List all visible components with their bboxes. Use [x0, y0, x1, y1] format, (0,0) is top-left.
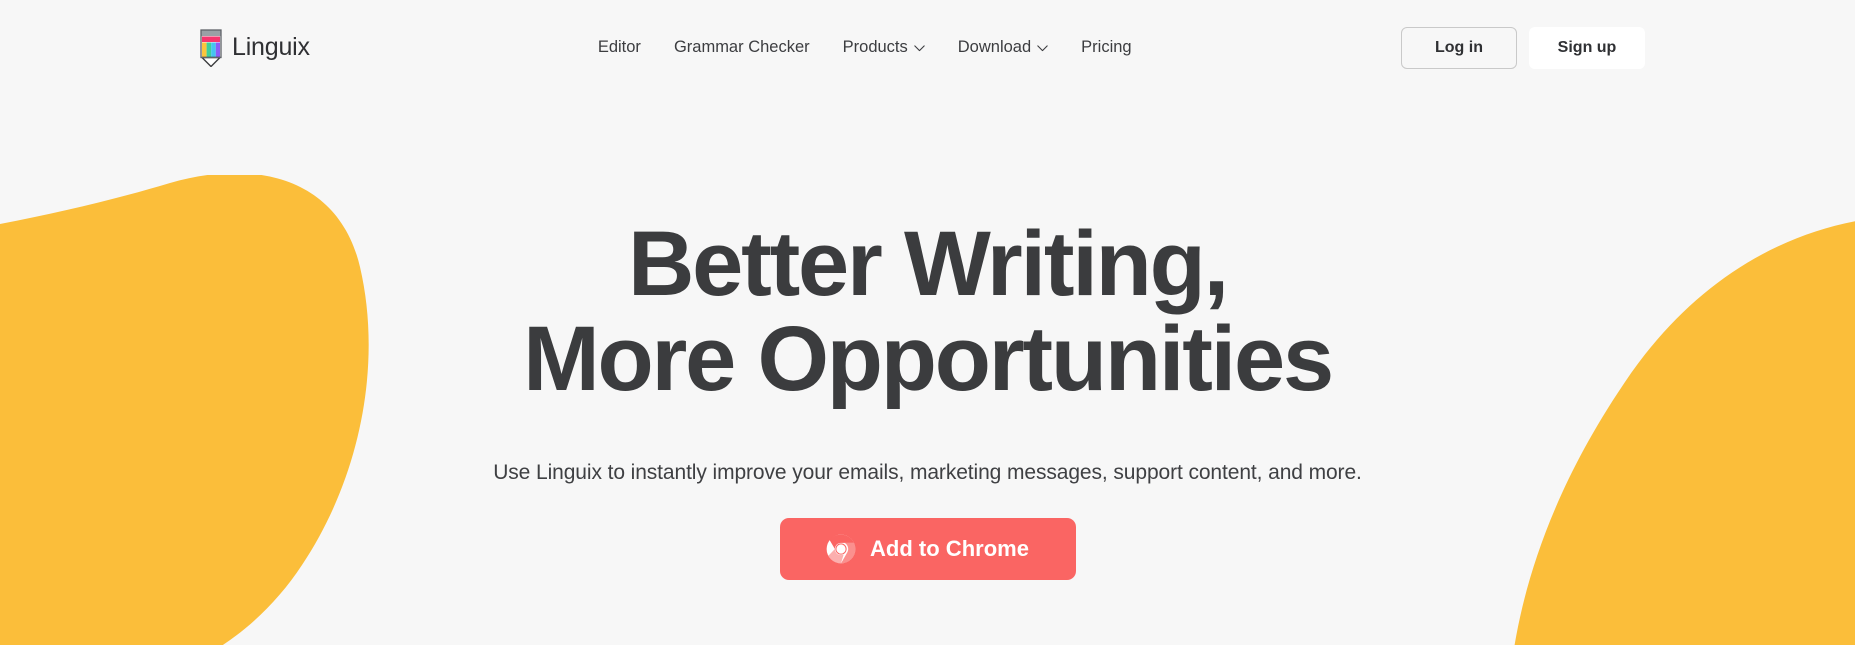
nav-item-grammar-checker[interactable]: Grammar Checker [674, 38, 810, 57]
login-button[interactable]: Log in [1401, 26, 1517, 69]
nav-item-label: Pricing [1081, 38, 1132, 56]
signup-button[interactable]: Sign up [1529, 26, 1645, 69]
nav-item-products[interactable]: Products [843, 38, 925, 57]
add-to-chrome-button[interactable]: Add to Chrome [779, 517, 1076, 580]
nav-item-label: Editor [597, 38, 641, 56]
hero-title-line-1: Better Writing, [627, 213, 1229, 315]
chevron-down-icon [1037, 45, 1048, 52]
nav-item-label: Products [842, 38, 908, 56]
chrome-icon [826, 534, 856, 563]
linguix-pencil-logo-icon [200, 28, 222, 67]
hero-section: Better Writing, More Opportunities Use L… [0, 95, 1855, 580]
nav-item-download[interactable]: Download [958, 38, 1048, 57]
chevron-down-icon [914, 45, 925, 52]
auth-buttons-group: Log in Sign up [1401, 26, 1645, 69]
hero-title-line-2: More Opportunities [523, 307, 1334, 410]
main-navigation: Editor Grammar Checker Products Download… [598, 38, 1132, 57]
add-to-chrome-label: Add to Chrome [870, 535, 1029, 561]
nav-item-label: Grammar Checker [673, 38, 810, 56]
brand-logo-link[interactable]: Linguix [200, 28, 310, 67]
site-header: Linguix Editor Grammar Checker Products … [0, 0, 1855, 95]
hero-title: Better Writing, More Opportunities [0, 217, 1855, 407]
brand-name: Linguix [232, 33, 310, 61]
nav-item-label: Download [957, 38, 1032, 56]
nav-item-editor[interactable]: Editor [598, 38, 641, 57]
nav-item-pricing[interactable]: Pricing [1081, 38, 1131, 57]
hero-cta-container: Add to Chrome [0, 517, 1855, 580]
hero-subtitle: Use Linguix to instantly improve your em… [493, 460, 1362, 484]
